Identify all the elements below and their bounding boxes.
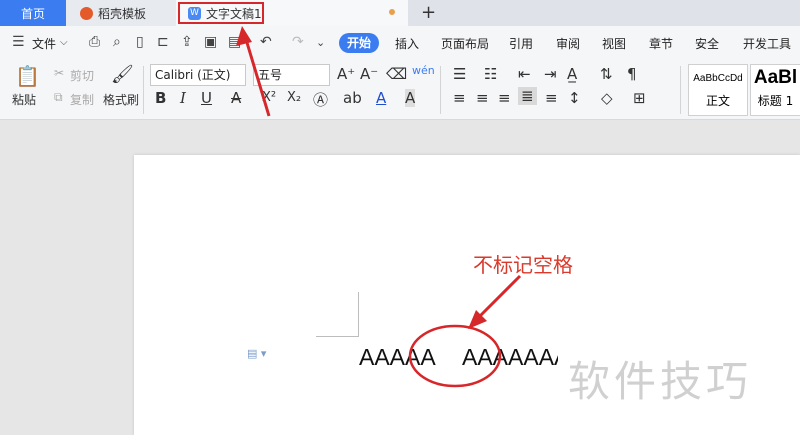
space-highlight-ellipse [408,324,502,388]
annotation-overlay [236,26,522,388]
tab-arrow-line [243,35,271,117]
space-arrow-line [476,274,522,320]
tab-arrow-head [236,26,252,46]
